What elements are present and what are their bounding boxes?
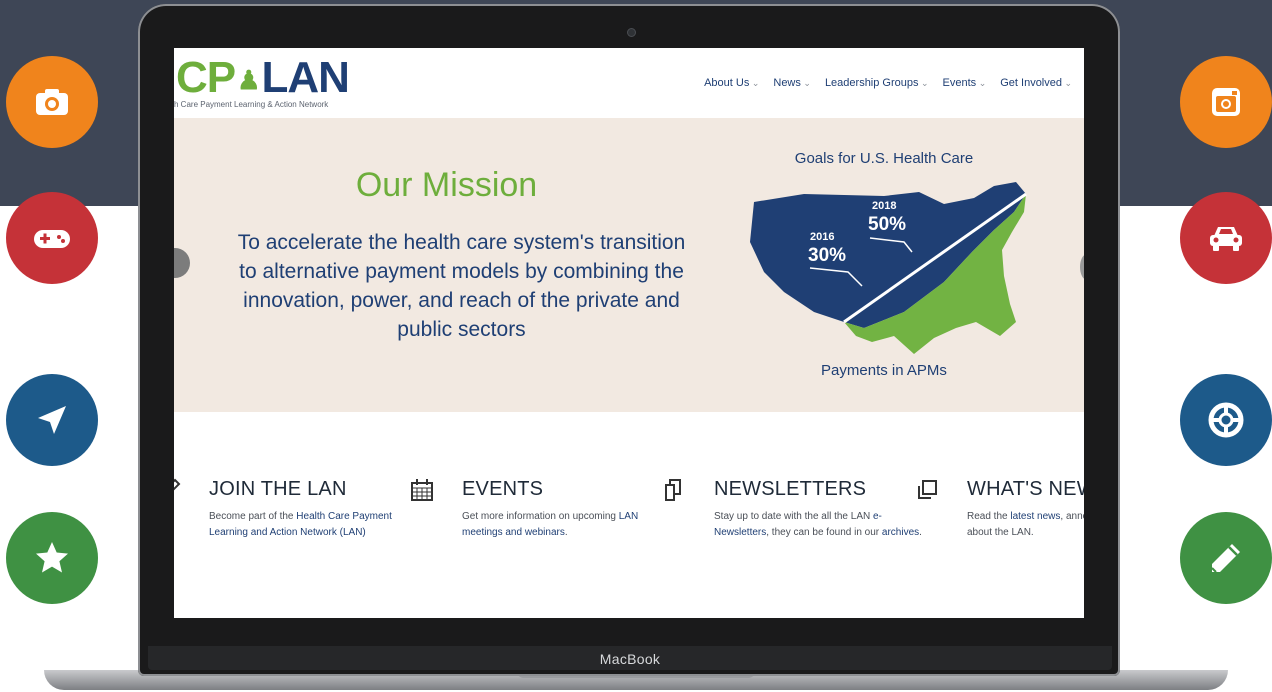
star-icon (36, 542, 68, 573)
edit-button[interactable] (1180, 512, 1272, 604)
hero-slider: Our Mission To accelerate the health car… (174, 118, 1084, 412)
support-button[interactable] (1180, 374, 1272, 466)
feature-join: JOIN THE LAN Become part of the Health C… (174, 478, 419, 541)
feature-text: Stay up to date with the all the LAN e-N… (714, 511, 922, 538)
edit-icon (174, 478, 181, 491)
map-2018-percent: 50% (868, 214, 906, 235)
map-2016-percent: 30% (808, 245, 846, 266)
map-title: Goals for U.S. Health Care (794, 150, 974, 167)
pencil-icon (1211, 544, 1240, 573)
lifebuoy-icon (1208, 402, 1244, 438)
feature-text: Read the latest news, announcements and … (967, 511, 1084, 538)
feature-text: Get more information on upcoming LAN mee… (462, 511, 639, 538)
logo-subtitle: h Care Payment Learning & Action Network (174, 100, 329, 109)
camera-button[interactable] (6, 56, 98, 148)
nav-events[interactable]: Events (943, 77, 987, 89)
laptop-chin: MacBook (148, 646, 1112, 670)
feature-text: Become part of the Health Care Payment L… (209, 511, 392, 538)
car-button[interactable] (1180, 192, 1272, 284)
gamepad-icon (34, 230, 70, 248)
map-2018-year: 2018 (872, 200, 896, 212)
favorite-button[interactable] (6, 512, 98, 604)
logo-cp: CP (176, 53, 236, 102)
map-footer: Payments in APMs (821, 362, 947, 379)
feature-whats-new: WHAT'S NEW Read the latest news, announc… (918, 478, 1084, 541)
site-logo[interactable]: CP♟LAN (176, 53, 350, 104)
calendar-icon (411, 479, 433, 501)
feature-title: EVENTS (462, 478, 544, 500)
nav-leadership-groups[interactable]: Leadership Groups (825, 77, 929, 89)
hero-title: Our Mission (355, 166, 538, 204)
copy-icon (918, 480, 937, 499)
feature-events: EVENTS Get more information on upcoming … (411, 478, 672, 541)
camera-icon (36, 89, 68, 115)
feature-newsletters: NEWSLETTERS Stay up to date with the all… (665, 478, 924, 541)
location-arrow-icon (38, 406, 66, 434)
instagram-button[interactable] (1180, 56, 1272, 148)
feature-title: WHAT'S NEW (967, 478, 1084, 500)
us-map-graphic: 2018 50% 2016 30% (750, 182, 1027, 354)
feature-link[interactable]: latest news (1010, 511, 1060, 522)
instagram-icon (1212, 88, 1240, 116)
nav-news[interactable]: News (773, 77, 811, 89)
main-nav: About Us News Leadership Groups Events G… (704, 77, 1084, 89)
feature-title: JOIN THE LAN (209, 478, 347, 500)
hero-text: To accelerate the health care system's t… (237, 231, 686, 341)
webcam (627, 28, 636, 37)
laptop-brand: MacBook (599, 651, 661, 667)
slider-next-button[interactable] (1080, 254, 1084, 280)
gamepad-button[interactable] (6, 192, 98, 284)
site-header: CP♟LAN h Care Payment Learning & Action … (174, 48, 1084, 118)
feature-link-archives[interactable]: archives (882, 527, 919, 538)
map-2016-year: 2016 (810, 231, 834, 243)
documents-icon (665, 479, 681, 501)
slider-prev-button[interactable] (174, 248, 190, 278)
navigate-button[interactable] (6, 374, 98, 466)
laptop-screen: CP♟LAN h Care Payment Learning & Action … (174, 48, 1084, 618)
feature-title: NEWSLETTERS (714, 478, 867, 500)
nav-get-involved[interactable]: Get Involved (1000, 77, 1072, 89)
car-icon (1210, 227, 1242, 251)
logo-people-icon: ♟ (237, 65, 260, 96)
nav-about-us[interactable]: About Us (704, 77, 759, 89)
logo-lan: LAN (261, 53, 349, 102)
